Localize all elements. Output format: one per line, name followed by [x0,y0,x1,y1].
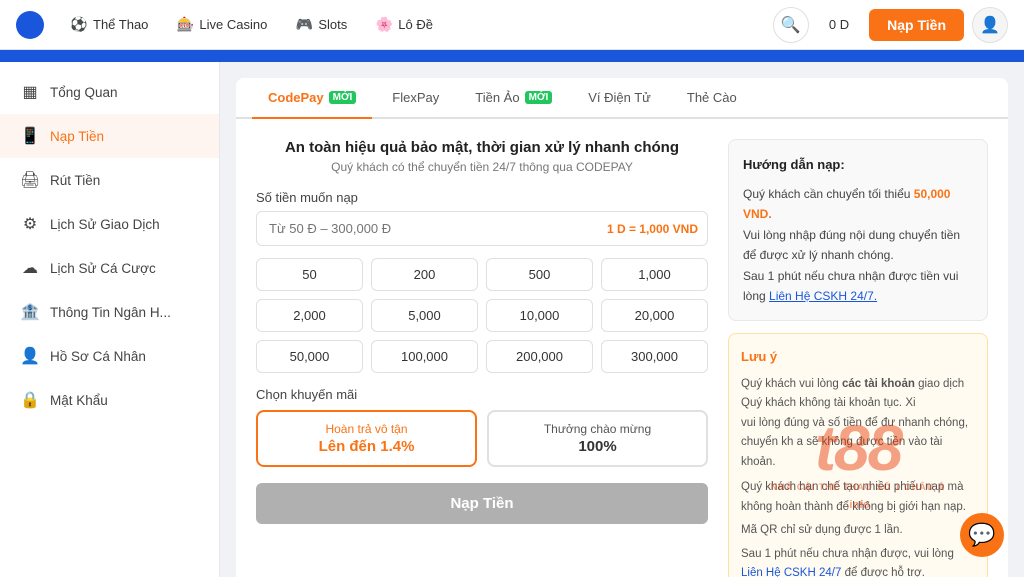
tab-vidiently[interactable]: Ví Điện Tử [572,78,667,119]
sidebar-item-naptien[interactable]: 📱 Nạp Tiền [0,114,219,158]
amount-200[interactable]: 200 [371,258,478,291]
amount-20000[interactable]: 20,000 [601,299,708,332]
tab-codepay[interactable]: CodePay MỚI [252,78,372,119]
amount-300000[interactable]: 300,000 [601,340,708,373]
nap-tien-nav-button[interactable]: Nạp Tiền [869,9,964,41]
nav-item-slots[interactable]: 🎮 Slots [285,10,357,40]
note-link[interactable]: Liên Hệ CSKH 24/7 [741,567,841,577]
tab-tienao[interactable]: Tiền Ảo MỚI [459,78,568,119]
guide-line1: Quý khách cần chuyển tối thiểu 50,000 VN… [743,184,973,225]
amount-rate: 1 D = 1,000 VND [607,222,698,236]
ruttien-icon: 🖨 [20,170,40,190]
sidebar-item-thongtinnganhang[interactable]: 🏦 Thông Tin Ngân H... [0,290,219,334]
amount-input-wrap: 1 D = 1,000 VND [256,211,708,246]
sidebar-item-matkhau[interactable]: 🔒 Mật Khẩu [0,378,219,422]
promo1-title: Hoàn trả vô tận [270,422,463,436]
tab-flexpay[interactable]: FlexPay [376,78,455,119]
guide-line2: Vui lòng nhập đúng nội dung chuyển tiền … [743,225,973,266]
content-area: CodePay MỚI FlexPay Tiền Ảo MỚI Ví Điện … [220,62,1024,577]
amount-5000[interactable]: 5,000 [371,299,478,332]
payment-tabs: CodePay MỚI FlexPay Tiền Ảo MỚI Ví Điện … [236,78,1008,119]
promo2-title: Thưởng chào mừng [501,422,694,436]
slots-icon: 🎮 [295,16,313,34]
submit-button[interactable]: Nạp Tiền [256,483,708,524]
sidebar-item-ruttien[interactable]: 🖨 Rút Tiền [0,158,219,202]
avatar[interactable]: 👤 [972,7,1008,43]
balance-display: 0 D [817,11,861,38]
hoso-icon: 👤 [20,346,40,366]
note-text4: Sau 1 phút nếu chưa nhận được, vui lòng … [741,545,975,577]
naptien-icon: 📱 [20,126,40,146]
float-chat-button[interactable]: 💬 [960,513,1004,557]
promo-label: Chọn khuyến mãi [256,387,708,402]
lichsucacuoc-icon: ☁ [20,258,40,278]
tienao-badge: MỚI [525,91,553,104]
note-box-wrap: Lưu ý Quý khách vui lòng các tài khoản g… [728,333,988,577]
form-area: An toàn hiệu quả bảo mật, thời gian xử l… [236,119,1008,577]
lichsugiaodich-icon: ⚙ [20,214,40,234]
logo [16,11,44,39]
note-text: Quý khách vui lòng các tài khoản giao dị… [741,375,975,473]
top-navigation: ⚽ Thể Thao 🎰 Live Casino 🎮 Slots 🌸 Lô Đề… [0,0,1024,50]
form-left: An toàn hiệu quả bảo mật, thời gian xử l… [256,139,708,577]
note-text2: Quý khách hạn chế tạo nhiều phiếu nạp mà… [741,478,975,517]
matkhau-icon: 🔒 [20,390,40,410]
sidebar-item-tongquan[interactable]: ▦ Tổng Quan [0,70,219,114]
form-right: Hướng dẫn nạp: Quý khách cần chuyển tối … [728,139,988,577]
nav-item-livecasino[interactable]: 🎰 Live Casino [166,10,277,40]
form-subtitle: Quý khách có thể chuyển tiền 24/7 thông … [256,160,708,174]
guide-line3: Sau 1 phút nếu chưa nhận được tiền vui l… [743,266,973,307]
promo1-value: Lên đến 1.4% [270,438,463,455]
logo-icon [16,11,44,39]
tab-thecao[interactable]: Thẻ Cào [671,78,753,119]
promo-card-welcome[interactable]: Thưởng chào mừng 100% [487,410,708,467]
form-title: An toàn hiệu quả bảo mật, thời gian xử l… [256,139,708,156]
note-text3: Mã QR chỉ sử dụng được 1 lần. [741,521,975,541]
nganhang-icon: 🏦 [20,302,40,322]
tongquan-icon: ▦ [20,82,40,102]
amount-label: Số tiền muốn nạp [256,190,708,205]
amount-50[interactable]: 50 [256,258,363,291]
guide-title: Hướng dẫn nạp: [743,154,973,176]
amount-1000[interactable]: 1,000 [601,258,708,291]
search-button[interactable]: 🔍 [773,7,809,43]
sidebar-item-lichsugiaodich[interactable]: ⚙ Lịch Sử Giao Dịch [0,202,219,246]
blue-banner [0,50,1024,62]
amount-50000[interactable]: 50,000 [256,340,363,373]
amount-200000[interactable]: 200,000 [486,340,593,373]
amount-100000[interactable]: 100,000 [371,340,478,373]
nav-item-lode[interactable]: 🌸 Lô Đề [365,10,443,40]
promo-grid: Hoàn trả vô tận Lên đến 1.4% Thưởng chào… [256,410,708,467]
guide-link[interactable]: Liên Hệ CSKH 24/7. [769,289,877,303]
sidebar-item-hoso[interactable]: 👤 Hồ Sơ Cá Nhân [0,334,219,378]
codepay-badge: MỚI [329,91,357,104]
promo-card-hoantra[interactable]: Hoàn trả vô tận Lên đến 1.4% [256,410,477,467]
promo2-value: 100% [501,438,694,455]
lode-icon: 🌸 [375,16,393,34]
nav-item-thethao[interactable]: ⚽ Thể Thao [60,10,158,40]
sidebar: ▦ Tổng Quan 📱 Nạp Tiền 🖨 Rút Tiền ⚙ Lịch… [0,62,220,577]
amount-grid: 50 200 500 1,000 2,000 5,000 10,000 20,0… [256,258,708,373]
guide-box: Hướng dẫn nạp: Quý khách cần chuyển tối … [728,139,988,321]
sidebar-item-lichsucacuoc[interactable]: ☁ Lịch Sử Cá Cược [0,246,219,290]
thethao-icon: ⚽ [70,16,88,34]
amount-500[interactable]: 500 [486,258,593,291]
note-title: Lưu ý [741,346,975,368]
main-layout: ▦ Tổng Quan 📱 Nạp Tiền 🖨 Rút Tiền ⚙ Lịch… [0,62,1024,577]
amount-10000[interactable]: 10,000 [486,299,593,332]
livecasino-icon: 🎰 [176,16,194,34]
amount-2000[interactable]: 2,000 [256,299,363,332]
note-box: Lưu ý Quý khách vui lòng các tài khoản g… [728,333,988,577]
